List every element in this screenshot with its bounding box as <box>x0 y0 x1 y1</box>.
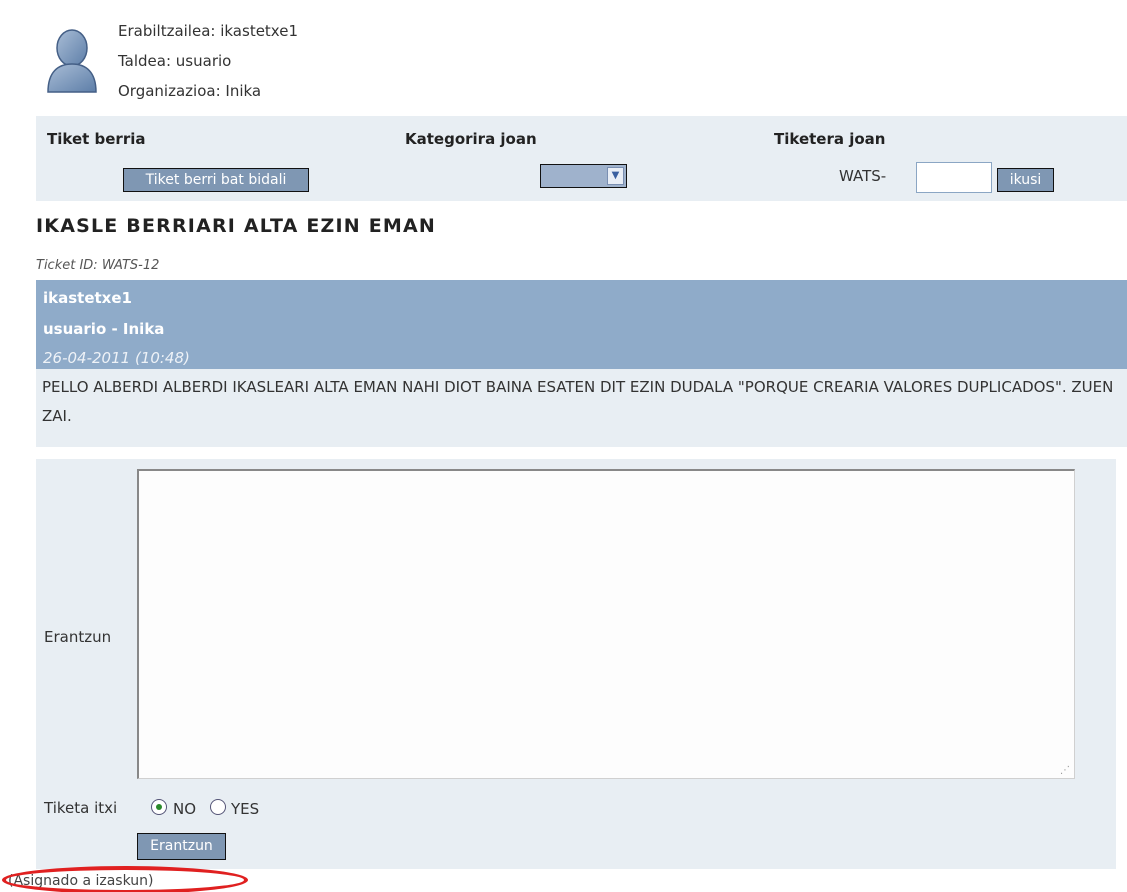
close-yes-label: YES <box>231 800 260 818</box>
reply-submit-button[interactable]: Erantzun <box>137 833 226 860</box>
annotation-highlight-ellipse <box>2 866 248 892</box>
reply-form: Erantzun ⋰ Tiketa itxi NO YES Erantzun <box>36 459 1116 869</box>
reply-textarea[interactable]: ⋰ <box>137 469 1075 779</box>
user-avatar-icon <box>47 29 97 93</box>
message-header: ikastetxe1 usuario - Inika 26-04-2011 (1… <box>36 280 1127 369</box>
ticket-prefix-label: WATS- <box>839 167 887 185</box>
goto-ticket-heading: Tiketera joan <box>774 130 886 148</box>
category-heading: Kategorira joan <box>405 130 537 148</box>
user-info-text: Erabiltzailea: ikastetxe1 Taldea: usuari… <box>118 16 298 106</box>
close-no-radio[interactable] <box>151 799 167 815</box>
ticket-number-input[interactable] <box>916 162 992 193</box>
organization-line: Organizazioa: Inika <box>118 82 262 100</box>
ticket-id: Ticket ID: WATS-12 <box>36 258 160 273</box>
chevron-down-icon[interactable]: ▼ <box>607 167 624 185</box>
username-line: Erabiltzailea: ikastetxe1 <box>118 22 298 40</box>
message-body: PELLO ALBERDI ALBERDI IKASLEARI ALTA EMA… <box>36 369 1127 447</box>
close-no-label: NO <box>173 800 197 818</box>
close-yes-radio[interactable] <box>210 799 226 815</box>
message-author: ikastetxe1 <box>43 289 132 307</box>
close-ticket-label: Tiketa itxi <box>44 799 118 817</box>
message-date: 26-04-2011 (10:48) <box>43 349 190 367</box>
group-line: Taldea: usuario <box>118 52 232 70</box>
resize-grip-icon[interactable]: ⋰ <box>1060 765 1070 776</box>
message-group-org: usuario - Inika <box>43 320 165 338</box>
category-select[interactable]: ▼ <box>540 164 627 188</box>
radio-selected-dot <box>156 804 162 810</box>
user-info-block: Erabiltzailea: ikastetxe1 Taldea: usuari… <box>0 0 1127 116</box>
ticket-title: IKASLE BERRIARI ALTA EZIN EMAN <box>36 215 436 237</box>
reply-label: Erantzun <box>44 628 112 646</box>
view-ticket-button[interactable]: ikusi <box>997 168 1054 192</box>
new-ticket-heading: Tiket berria <box>47 130 146 148</box>
ticket-navigation-bar: Tiket berria Tiket berri bat bidali Kate… <box>36 116 1127 201</box>
new-ticket-button[interactable]: Tiket berri bat bidali <box>123 168 309 192</box>
